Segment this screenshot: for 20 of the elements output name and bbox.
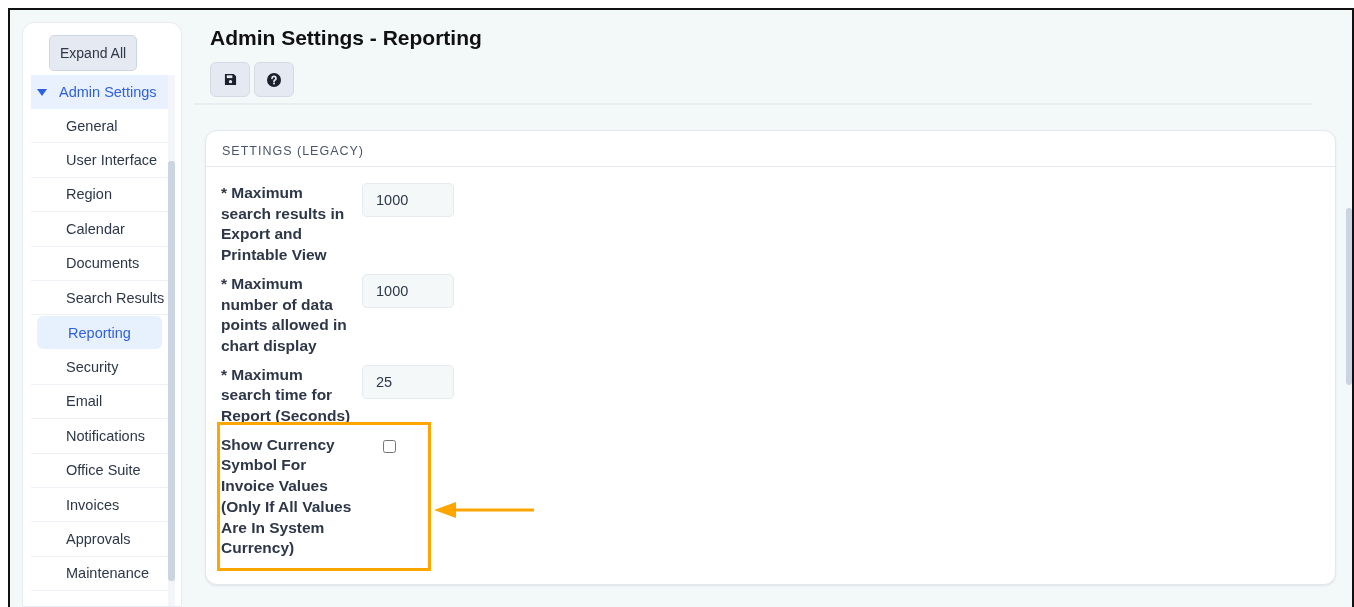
- field-label: * Maximum search results in Export and Printable View: [221, 183, 346, 266]
- field-label: * Maximum number of data points allowed in chart display: [221, 273, 348, 356]
- field-label: Show Currency Symbol For Invoice Values (Only If All Values Are In System Currency): [221, 434, 352, 559]
- expand-all-button[interactable]: Expand All: [49, 35, 138, 71]
- checkbox[interactable]: [383, 439, 396, 453]
- field-label: * Maximum search time for Report (Seconds): [221, 364, 352, 427]
- input-field[interactable]: 1000: [362, 183, 454, 217]
- input-field[interactable]: 25: [362, 364, 454, 399]
- sidebar-section-header[interactable]: Admin Settings: [31, 75, 168, 109]
- question-circle-icon: [267, 72, 281, 87]
- caret-icon: [37, 88, 47, 96]
- help-button[interactable]: [254, 62, 294, 97]
- sidebar-item[interactable]: Reporting: [37, 316, 162, 350]
- scrollbar-thumb[interactable]: [168, 161, 175, 581]
- card-title: SETTINGS (LEGACY): [222, 144, 365, 158]
- save-button[interactable]: [210, 62, 250, 97]
- scrollbar-thumb[interactable]: [1346, 208, 1352, 385]
- input-field[interactable]: 1000: [362, 273, 454, 308]
- page-title: Admin Settings - Reporting: [210, 26, 483, 50]
- sidebar-section-label: Admin Settings: [59, 84, 157, 100]
